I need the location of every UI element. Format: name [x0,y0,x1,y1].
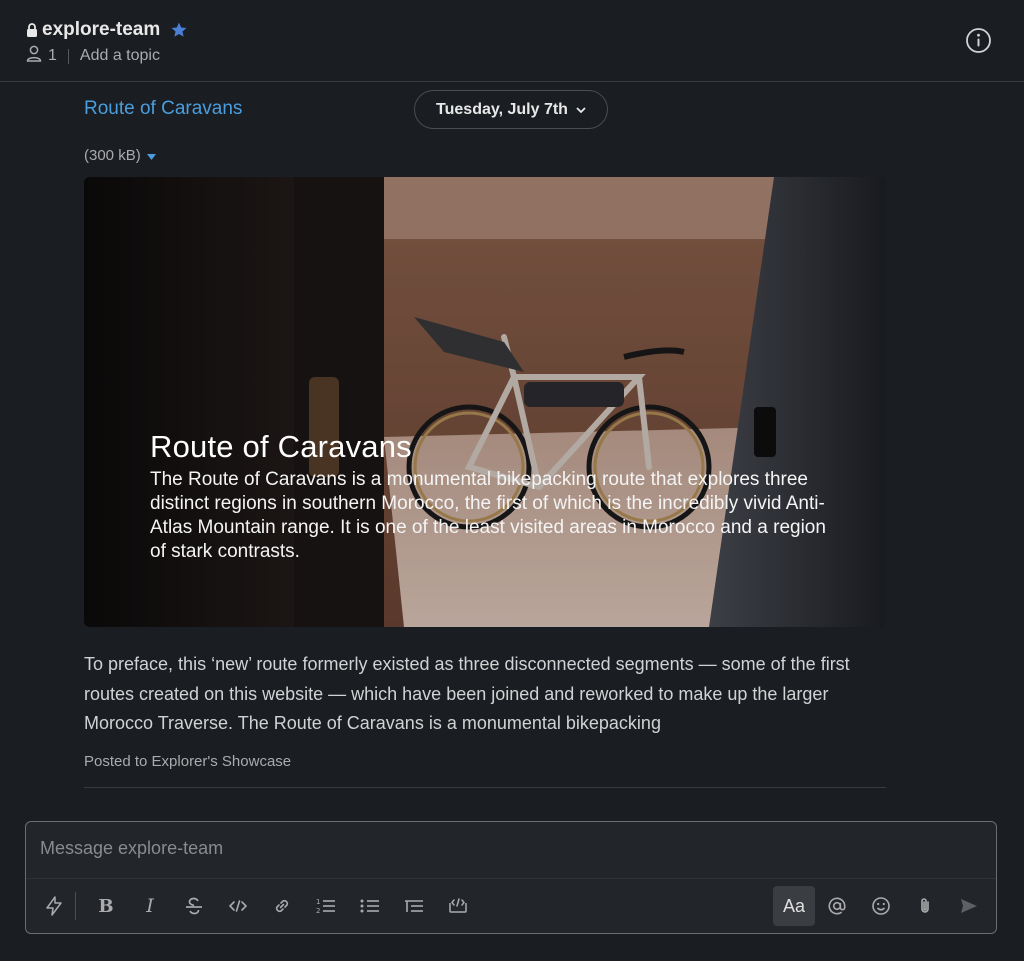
channel-name: explore-team [42,19,161,40]
code-block-button[interactable] [438,886,478,926]
message-input[interactable] [40,838,980,859]
link-preview-title[interactable]: Route of Caravans [84,98,242,120]
message-divider [84,787,886,788]
shortcuts-button[interactable] [34,886,74,926]
toolbar-divider [26,878,996,879]
meta-divider [67,48,69,64]
code-icon [228,896,248,916]
italic-icon: I [146,895,154,917]
person-icon[interactable] [26,45,42,67]
strikethrough-button[interactable] [174,886,214,926]
member-count[interactable]: 1 [48,47,57,65]
caret-down-icon [146,147,156,164]
blockquote-button[interactable] [394,886,434,926]
bold-button[interactable]: B [86,886,126,926]
attach-button[interactable] [905,886,945,926]
lightning-icon [44,896,64,916]
svg-text:1: 1 [316,898,320,906]
image-overlay-description: The Route of Caravans is a monumental bi… [150,469,826,562]
code-button[interactable] [218,886,258,926]
bold-icon: B [98,895,114,917]
ordered-list-button[interactable]: 12 [306,886,346,926]
mention-button[interactable] [817,886,857,926]
date-label: Tuesday, July 7th [436,100,568,118]
bulleted-list-button[interactable] [350,886,390,926]
bulleted-list-icon [359,896,381,916]
paperclip-icon [915,896,935,916]
channel-meta: 1 Add a topic [26,45,160,67]
lock-icon [26,23,38,37]
at-sign-icon [827,896,847,916]
file-size-label: (300 kB) [84,147,141,164]
star-icon[interactable] [170,21,188,39]
emoji-button[interactable] [861,886,901,926]
file-size-toggle[interactable]: (300 kB) [84,147,156,164]
ordered-list-icon: 12 [315,896,337,916]
link-icon [272,896,292,916]
posted-to-label[interactable]: Posted to Explorer's Showcase [84,753,291,770]
channel-title[interactable]: explore-team [26,17,188,43]
info-icon[interactable] [965,27,992,54]
date-divider-button[interactable]: Tuesday, July 7th [414,90,608,129]
smiley-icon [871,896,891,916]
code-block-icon [447,896,469,916]
image-overlay-title: Route of Caravans [150,429,412,464]
svg-text:2: 2 [316,907,320,915]
message-body: To preface, this ‘new’ route formerly ex… [84,654,850,733]
blockquote-icon [403,896,425,916]
link-preview-image[interactable]: Route of Caravans The Route of Caravans … [84,177,886,627]
formatting-toggle-button[interactable]: Aa [773,886,815,926]
chevron-down-icon [576,101,586,119]
channel-header: explore-team 1 Add a topic [0,0,1024,82]
add-topic-link[interactable]: Add a topic [80,47,160,65]
link-button[interactable] [262,886,302,926]
strikethrough-icon [184,896,204,916]
send-icon [959,896,979,916]
message-composer: B I 12 Aa [25,821,997,934]
toolbar-separator [75,892,76,920]
italic-button[interactable]: I [130,886,170,926]
send-button[interactable] [949,886,989,926]
